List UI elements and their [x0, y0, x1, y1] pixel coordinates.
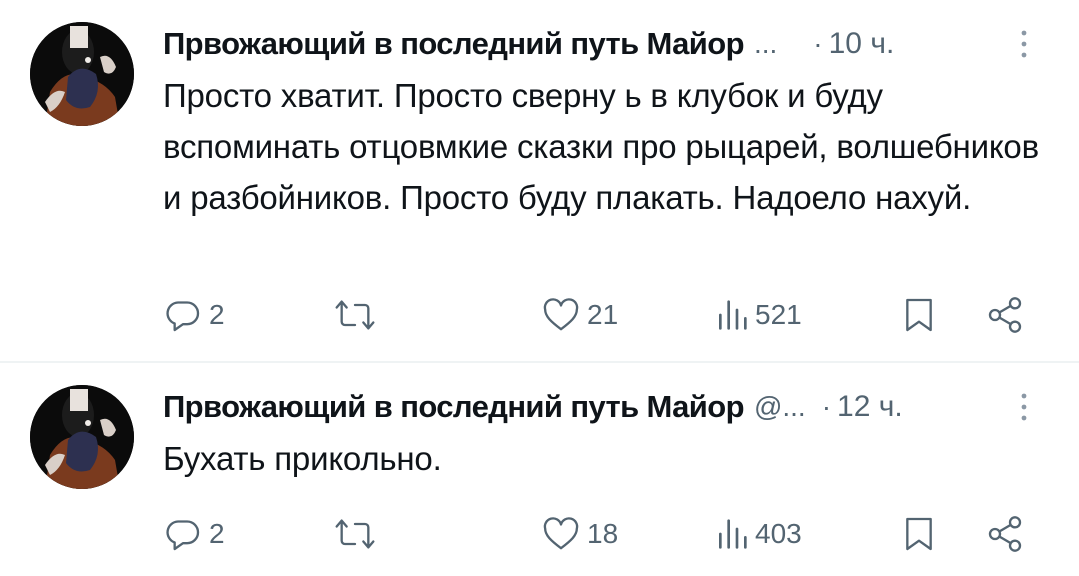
share-button[interactable]: [985, 509, 1025, 559]
share-icon: [985, 514, 1025, 554]
avatar[interactable]: [30, 22, 134, 126]
author-name[interactable]: Првожающий в последний путь Майор: [163, 26, 745, 62]
views-button[interactable]: 403: [715, 509, 802, 559]
tweet-feed: Првожающий в последний путь Майор ... · …: [0, 0, 1079, 576]
retweet-button[interactable]: [333, 290, 383, 340]
views-button[interactable]: 521: [715, 290, 802, 340]
reply-icon: [163, 295, 203, 335]
tweet[interactable]: Првожающий в последний путь Майор ... · …: [0, 0, 1079, 362]
retweet-icon: [333, 514, 377, 554]
bookmark-icon: [901, 295, 937, 335]
like-button[interactable]: 21: [541, 290, 618, 340]
tweet-actions: 2 18 403: [163, 509, 1024, 559]
tweet-header: Првожающий в последний путь Майор @... ·…: [163, 385, 1039, 429]
views-icon: [715, 514, 749, 554]
views-icon: [715, 295, 749, 335]
more-vertical-icon[interactable]: [1009, 22, 1039, 66]
avatar[interactable]: [30, 385, 134, 489]
heart-icon: [541, 295, 581, 335]
share-button[interactable]: [985, 290, 1025, 340]
separator-dot: ·: [821, 391, 832, 422]
author-handle[interactable]: ...: [754, 28, 777, 60]
tweet-header: Првожающий в последний путь Майор ... · …: [163, 22, 1039, 66]
reply-count: 2: [209, 518, 225, 549]
views-count: 521: [755, 299, 802, 330]
bookmark-icon: [901, 514, 937, 554]
tweet[interactable]: Првожающий в последний путь Майор @... ·…: [0, 363, 1079, 576]
timestamp[interactable]: 12 ч.: [837, 390, 903, 424]
like-count: 18: [587, 518, 619, 549]
separator-dot: ·: [813, 28, 823, 59]
reply-icon: [163, 514, 203, 554]
author-name[interactable]: Првожающий в последний путь Майор: [163, 389, 745, 425]
timestamp[interactable]: 10 ч.: [829, 27, 895, 61]
views-count: 403: [755, 518, 802, 549]
like-button[interactable]: 18: [541, 509, 618, 559]
retweet-button[interactable]: [333, 509, 383, 559]
author-handle[interactable]: @...: [754, 391, 806, 423]
reply-button[interactable]: 2: [163, 509, 225, 559]
bookmark-button[interactable]: [901, 290, 937, 340]
retweet-icon: [333, 295, 377, 335]
tweet-actions: 2 21 521: [163, 290, 1024, 340]
bookmark-button[interactable]: [901, 509, 937, 559]
reply-count: 2: [209, 299, 225, 330]
like-count: 21: [587, 299, 619, 330]
tweet-text: Бухать прикольно.: [163, 440, 442, 477]
share-icon: [985, 295, 1025, 335]
heart-icon: [541, 514, 581, 554]
more-vertical-icon[interactable]: [1009, 385, 1039, 429]
reply-button[interactable]: 2: [163, 290, 225, 340]
tweet-text: Просто хватит. Просто сверну ь в клубок …: [163, 77, 1039, 216]
